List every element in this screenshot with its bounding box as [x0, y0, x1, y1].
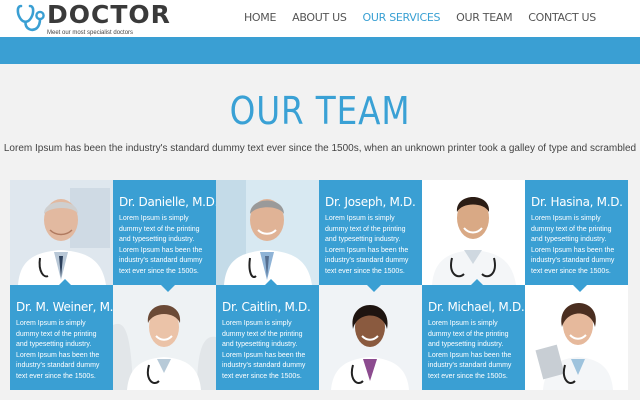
card-pointer	[470, 279, 484, 286]
main-nav: HOME ABOUT US OUR SERVICES OUR TEAM CONT…	[244, 11, 596, 24]
doctor-description: Lorem Ipsum is simply dummy text of the …	[428, 320, 512, 380]
team-grid: Dr. Danielle, M.D. Lorem Ipsum is simply…	[10, 180, 630, 390]
card-pointer	[367, 285, 381, 292]
card-pointer	[161, 285, 175, 292]
doctor-photo-joseph[interactable]	[216, 180, 319, 285]
section-title: OUR TEAM	[229, 89, 411, 133]
doctor-photo-hasina[interactable]	[422, 180, 525, 285]
logo-tagline: Meet our most specialist doctors	[47, 30, 134, 36]
doctor-description: Lorem Ipsum is simply dummy text of the …	[325, 215, 409, 275]
doctor-description: Lorem Ipsum is simply dummy text of the …	[16, 320, 100, 380]
nav-contact-us[interactable]: CONTACT US	[528, 11, 596, 24]
site-logo[interactable]: DOCTOR Meet our most specialist doctors	[16, 0, 170, 36]
card-pointer	[573, 285, 587, 292]
doctor-card-joseph[interactable]: Dr. Joseph, M.D. Lorem Ipsum is simply d…	[319, 180, 422, 285]
section-subtitle: Lorem Ipsum has been the industry's stan…	[3, 143, 637, 154]
doctor-name: Dr. Joseph, M.D.	[325, 195, 416, 209]
doctor-card-michael[interactable]: Dr. Michael, M.D. Lorem Ipsum is simply …	[422, 285, 525, 390]
doctor-card-caitlin[interactable]: Dr. Caitlin, M.D. Lorem Ipsum is simply …	[216, 285, 319, 390]
doctor-card-hasina[interactable]: Dr. Hasina, M.D. Lorem Ipsum is simply d…	[525, 180, 628, 285]
nav-about-us[interactable]: ABOUT US	[292, 11, 347, 24]
doctor-photo-weiner[interactable]	[113, 285, 216, 390]
card-pointer	[264, 279, 278, 286]
logo-wordmark: DOCTOR	[47, 0, 171, 29]
doctor-description: Lorem Ipsum is simply dummy text of the …	[119, 215, 203, 275]
stethoscope-icon	[16, 4, 45, 32]
nav-our-team[interactable]: OUR TEAM	[456, 11, 512, 24]
doctor-description: Lorem Ipsum is simply dummy text of the …	[222, 320, 306, 380]
doctor-name: Dr. M. Weiner, M.D.	[16, 300, 113, 314]
nav-home[interactable]: HOME	[244, 11, 276, 24]
card-pointer	[58, 279, 72, 286]
doctor-card-weiner[interactable]: Dr. M. Weiner, M.D. Lorem Ipsum is simpl…	[10, 285, 113, 390]
doctor-photo-michael[interactable]	[525, 285, 628, 390]
doctor-photo-danielle[interactable]	[10, 180, 113, 285]
nav-our-services[interactable]: OUR SERVICES	[363, 11, 441, 24]
doctor-name: Dr. Hasina, M.D.	[531, 195, 623, 209]
doctor-name: Dr. Caitlin, M.D.	[222, 300, 311, 314]
site-header: DOCTOR Meet our most specialist doctors …	[0, 0, 640, 37]
doctor-name: Dr. Michael, M.D.	[428, 300, 525, 314]
doctor-card-danielle[interactable]: Dr. Danielle, M.D. Lorem Ipsum is simply…	[113, 180, 216, 285]
doctor-description: Lorem Ipsum is simply dummy text of the …	[531, 215, 615, 275]
doctor-name: Dr. Danielle, M.D.	[119, 195, 216, 209]
header-stripe	[0, 37, 640, 64]
doctor-photo-caitlin[interactable]	[319, 285, 422, 390]
